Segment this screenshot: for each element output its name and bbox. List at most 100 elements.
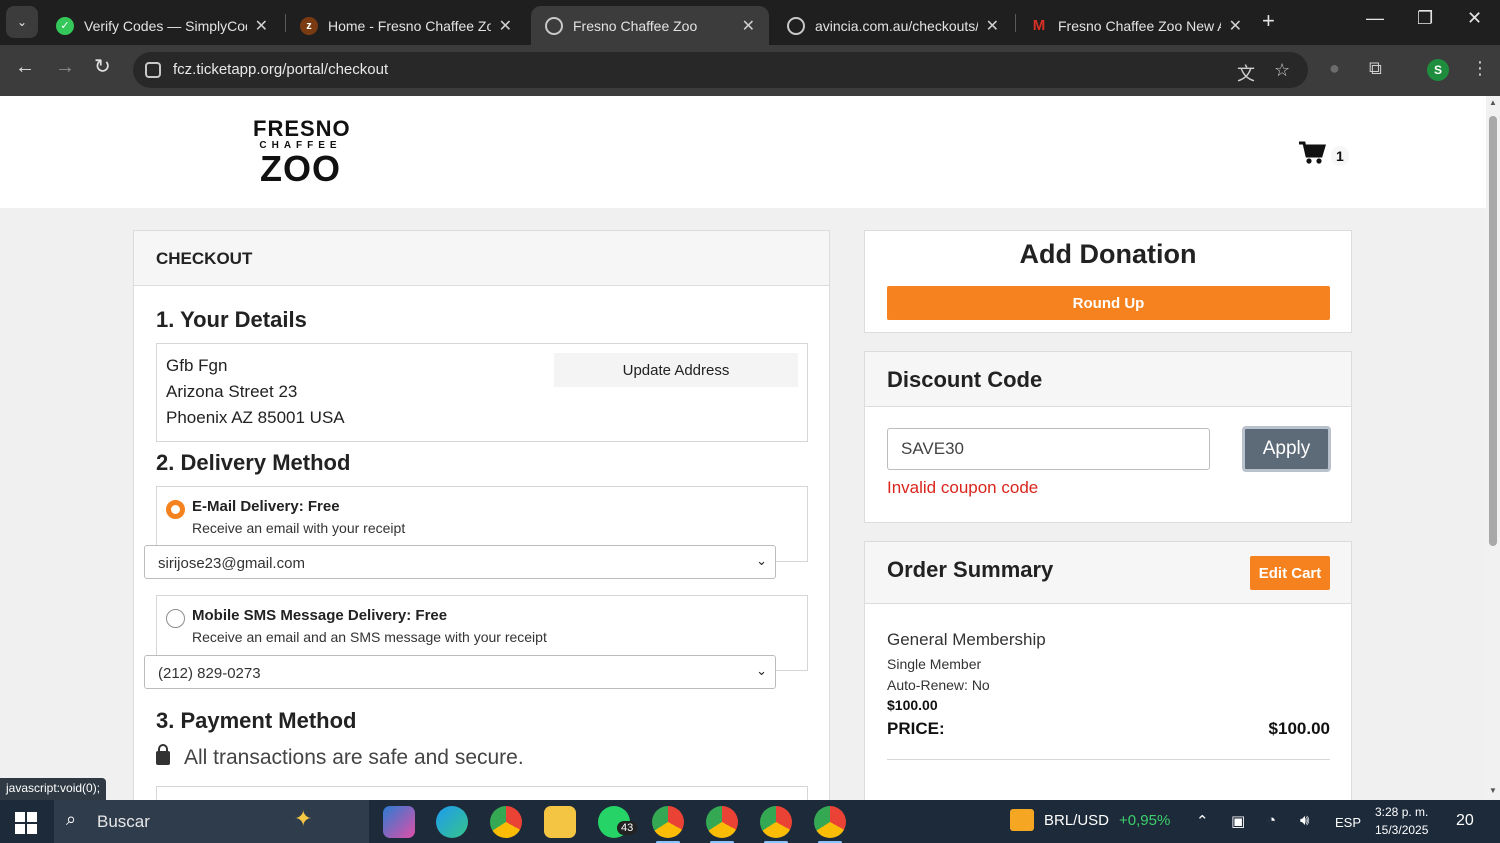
item-type: Single Member bbox=[887, 656, 982, 672]
chrome-profile-icon[interactable] bbox=[814, 806, 846, 843]
tab-title: Verify Codes — SimplyCodes bbox=[84, 17, 247, 34]
close-tab-icon[interactable]: ✕ bbox=[499, 16, 512, 36]
clock-time: 3:28 p. m. bbox=[1375, 805, 1429, 819]
chrome-icon[interactable] bbox=[490, 806, 522, 838]
price-value: $100.00 bbox=[1268, 719, 1330, 738]
close-tab-icon[interactable]: ✕ bbox=[986, 16, 999, 36]
reload-icon[interactable]: ↻ bbox=[94, 57, 111, 77]
tab-title: avincia.com.au/checkouts/cn bbox=[815, 17, 978, 34]
profile-avatar[interactable]: S bbox=[1427, 59, 1449, 81]
discount-code-input[interactable]: SAVE30 bbox=[887, 428, 1210, 470]
item-auto-renew: Auto-Renew: No bbox=[887, 677, 990, 693]
address-city: Phoenix AZ 85001 USA bbox=[166, 408, 345, 427]
chevron-down-icon: ⌄ bbox=[756, 553, 767, 568]
link-status-hint: javascript:void(0); bbox=[0, 778, 107, 800]
cart-count-badge[interactable]: 1 bbox=[1331, 146, 1349, 166]
order-summary-title: Order Summary bbox=[887, 557, 1054, 582]
copilot-app-icon[interactable] bbox=[383, 806, 415, 838]
apply-button[interactable]: Apply bbox=[1242, 426, 1331, 472]
restore-icon[interactable]: ❐ bbox=[1417, 8, 1433, 29]
zoo-icon: z bbox=[300, 16, 318, 35]
new-tab-button[interactable]: + bbox=[1262, 10, 1275, 32]
tab-title: Fresno Chaffee Zoo New Acc bbox=[1058, 17, 1221, 34]
address-name: Gfb Fgn bbox=[166, 356, 228, 375]
back-icon[interactable]: ← bbox=[15, 57, 35, 77]
url-text[interactable]: fcz.ticketapp.org/portal/checkout bbox=[173, 61, 388, 78]
payment-method-heading: 3. Payment Method bbox=[156, 708, 357, 733]
scroll-down-icon[interactable]: ▼ bbox=[1489, 786, 1497, 795]
web-page: FRESNO CHAFFEE ZOO 1 CHECKOUT 1. Your De… bbox=[0, 96, 1486, 800]
chevron-down-icon: ⌄ bbox=[756, 663, 767, 678]
system-clock[interactable]: 3:28 p. m. 15/3/2025 bbox=[1375, 803, 1428, 839]
sms-delivery-radio[interactable] bbox=[166, 609, 185, 628]
lock-icon bbox=[156, 744, 170, 765]
order-summary-panel: Order Summary Edit Cart General Membersh… bbox=[864, 541, 1352, 800]
tab-verify-codes[interactable]: ✓ Verify Codes — SimplyCodes ✕ bbox=[42, 6, 282, 45]
forward-icon[interactable]: → bbox=[55, 57, 75, 77]
site-info-icon[interactable] bbox=[145, 62, 161, 78]
scroll-thumb[interactable] bbox=[1489, 116, 1497, 546]
volume-icon[interactable]: 🔊︎ bbox=[1300, 812, 1309, 829]
checkout-title: CHECKOUT bbox=[156, 249, 253, 268]
coupon-error-message: Invalid coupon code bbox=[887, 478, 1039, 497]
tab-avincia[interactable]: avincia.com.au/checkouts/cn ✕ bbox=[773, 6, 1013, 45]
search-placeholder: Buscar bbox=[97, 812, 150, 831]
language-indicator[interactable]: ESP bbox=[1335, 815, 1361, 830]
windows-start-icon[interactable] bbox=[15, 812, 37, 834]
close-tab-icon[interactable]: ✕ bbox=[255, 16, 268, 36]
fresno-chaffee-zoo-logo[interactable]: FRESNO CHAFFEE ZOO bbox=[253, 118, 350, 187]
discount-title: Discount Code bbox=[887, 367, 1043, 392]
stock-ticker-widget[interactable]: BRL/USD +0,95% bbox=[1010, 809, 1170, 831]
minimize-icon[interactable]: — bbox=[1366, 8, 1384, 29]
address-box: Gfb Fgn Arizona Street 23 Phoenix AZ 850… bbox=[156, 343, 808, 442]
order-summary-header: Order Summary Edit Cart bbox=[865, 542, 1351, 604]
tab-search-button[interactable]: ⌄ bbox=[6, 6, 38, 38]
your-details-heading: 1. Your Details bbox=[156, 307, 307, 332]
secure-note: All transactions are safe and secure. bbox=[156, 744, 524, 770]
edit-cart-button[interactable]: Edit Cart bbox=[1250, 556, 1330, 590]
file-explorer-icon[interactable] bbox=[544, 806, 576, 838]
tab-fresno-zoo-active[interactable]: Fresno Chaffee Zoo ✕ bbox=[531, 6, 769, 45]
email-select[interactable]: sirijose23@gmail.com ⌄ bbox=[144, 545, 776, 579]
tab-home-fresno-zoo[interactable]: z Home - Fresno Chaffee Zoo ✕ bbox=[286, 6, 526, 45]
extensions-puzzle-icon[interactable]: ⧉ bbox=[1369, 58, 1382, 79]
copilot-sparkle-icon[interactable]: ✦ bbox=[294, 806, 312, 832]
page-scrollbar[interactable]: ▲ ▼ bbox=[1486, 96, 1500, 800]
ticker-icon bbox=[1010, 809, 1034, 831]
phone-select[interactable]: (212) 829-0273 ⌄ bbox=[144, 655, 776, 689]
ticker-change: +0,95% bbox=[1119, 811, 1171, 829]
option-subtitle: Receive an email and an SMS message with… bbox=[192, 629, 547, 645]
close-window-icon[interactable]: ✕ bbox=[1467, 8, 1482, 29]
option-title: E-Mail Delivery: Free bbox=[192, 498, 340, 515]
discount-header: Discount Code bbox=[865, 352, 1351, 407]
bookmark-star-icon[interactable]: ☆ bbox=[1274, 60, 1290, 81]
chrome-profile-icon-active[interactable] bbox=[760, 806, 792, 843]
wifi-icon[interactable]: ◔ bbox=[1267, 812, 1276, 829]
browser-tab-bar: ⌄ ✓ Verify Codes — SimplyCodes ✕ z Home … bbox=[0, 0, 1500, 45]
close-tab-icon[interactable]: ✕ bbox=[1229, 16, 1242, 36]
update-address-button[interactable]: Update Address bbox=[554, 353, 798, 387]
gmail-icon: M bbox=[1032, 17, 1046, 34]
item-price: $100.00 bbox=[887, 697, 938, 713]
email-delivery-radio[interactable] bbox=[166, 500, 185, 519]
price-label: PRICE: bbox=[887, 719, 945, 738]
meet-icon[interactable]: ▣ bbox=[1231, 812, 1245, 830]
round-up-button[interactable]: Round Up bbox=[887, 286, 1330, 320]
checkout-panel: CHECKOUT 1. Your Details Gfb Fgn Arizona… bbox=[133, 230, 830, 800]
cart-icon[interactable] bbox=[1298, 140, 1326, 166]
chevron-up-icon[interactable]: ⌃ bbox=[1196, 812, 1209, 830]
chrome-profile-icon[interactable] bbox=[652, 806, 684, 843]
extension-icon[interactable]: ● bbox=[1329, 58, 1340, 79]
address-bar[interactable]: fcz.ticketapp.org/portal/checkout 文 ☆ bbox=[133, 52, 1308, 88]
chrome-profile-icon[interactable] bbox=[706, 806, 738, 843]
notifications-badge[interactable]: 20 bbox=[1456, 812, 1474, 830]
simplycodes-icon: ✓ bbox=[56, 16, 74, 35]
menu-kebab-icon[interactable]: ⋮ bbox=[1471, 58, 1489, 79]
close-tab-icon[interactable]: ✕ bbox=[742, 16, 755, 36]
translate-icon[interactable]: 文 bbox=[1237, 60, 1255, 86]
address-street: Arizona Street 23 bbox=[166, 382, 298, 401]
scroll-up-icon[interactable]: ▲ bbox=[1489, 98, 1497, 107]
taskbar-search[interactable]: ⌕ Buscar ✦ bbox=[54, 800, 369, 843]
edge-icon[interactable] bbox=[436, 806, 468, 838]
tab-gmail[interactable]: M Fresno Chaffee Zoo New Acc ✕ bbox=[1016, 6, 1256, 45]
